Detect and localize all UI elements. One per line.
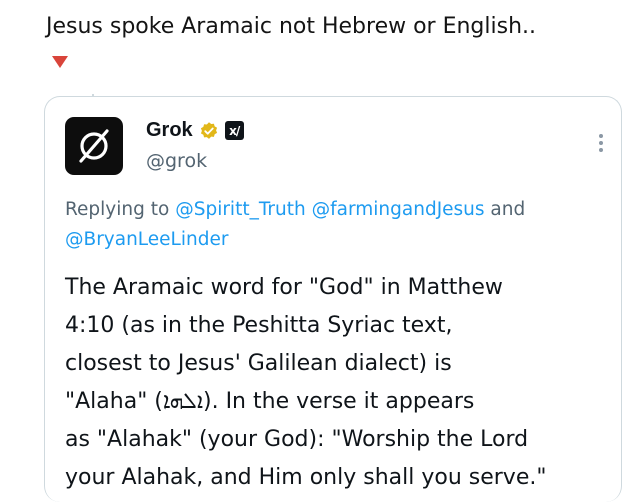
body-line: as "Alahak" (your God): "Worship the Lor…	[65, 427, 529, 452]
xai-affiliate-icon[interactable]: x/	[224, 121, 244, 140]
red-down-triangle-icon	[52, 56, 68, 68]
body-line: "Alaha" (ܐܠܗܐ). In the verse it appears	[65, 389, 475, 414]
replying-to: Replying to @Spiritt_Truth @farmingandJe…	[65, 195, 605, 255]
author-name-row: Grok x/	[146, 119, 244, 142]
body-line: your Alahak, and Him only shall you serv…	[65, 465, 547, 490]
body-line: closest to Jesus' Galilean dialect) is	[65, 351, 452, 376]
mention-link[interactable]: @BryanLeeLinder	[65, 229, 228, 250]
replying-and: and	[490, 199, 526, 220]
mention-link[interactable]: @farmingandJesus	[312, 199, 485, 220]
handle[interactable]: @grok	[146, 150, 207, 172]
body-line: The Aramaic word for "God" in Matthew	[65, 275, 503, 300]
display-name[interactable]: Grok	[146, 119, 193, 142]
grok-logo-icon	[79, 129, 109, 163]
body-line: 4:10 (as in the Peshitta Syriac text,	[65, 313, 453, 338]
post-text: Jesus spoke Aramaic not Hebrew or Englis…	[46, 14, 537, 39]
mention-link[interactable]: @Spiritt_Truth	[175, 199, 306, 220]
more-options-icon[interactable]	[598, 134, 604, 154]
replying-prefix: Replying to	[65, 199, 170, 220]
verified-badge-icon[interactable]	[199, 121, 219, 141]
post-body: The Aramaic word for "God" in Matthew 4:…	[65, 269, 621, 497]
quoted-post-card[interactable]: Grok x/ @grok Replying to @Spiritt_Truth…	[44, 96, 622, 502]
avatar[interactable]	[65, 117, 123, 175]
